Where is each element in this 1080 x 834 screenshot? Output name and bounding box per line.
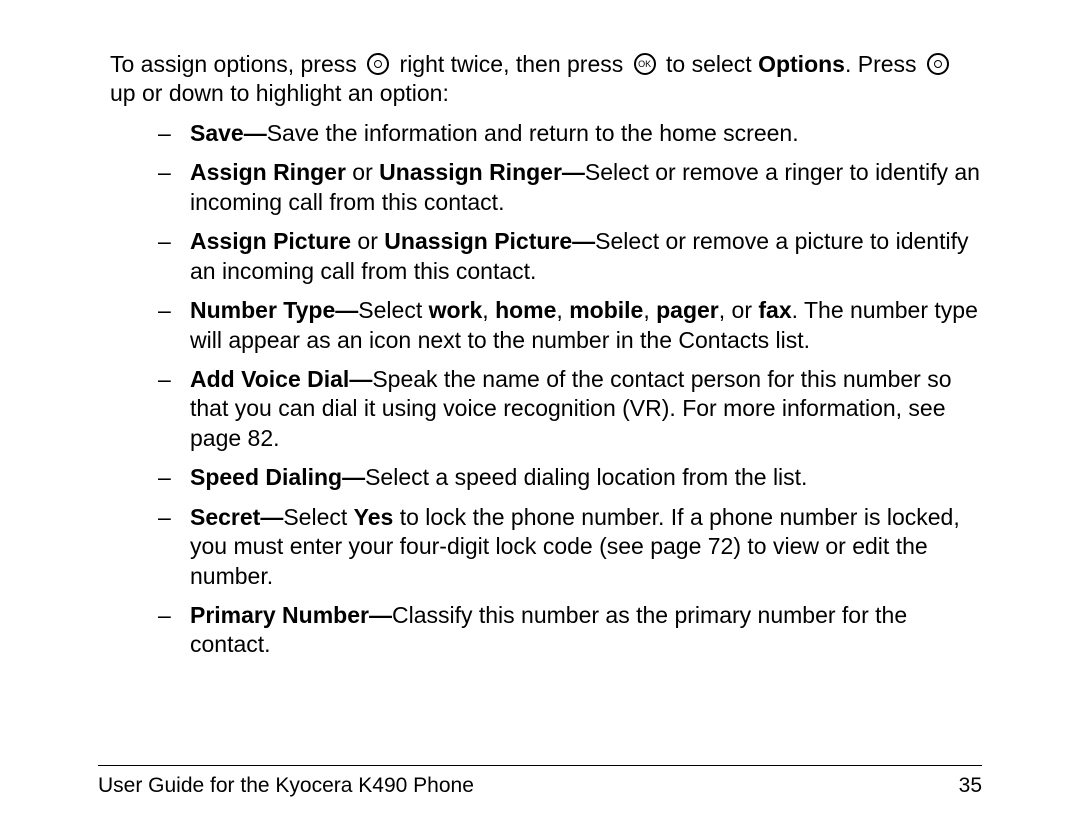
option-value: Yes [354, 504, 394, 530]
document-page: To assign options, press right twice, th… [0, 0, 1080, 834]
footer-title: User Guide for the Kyocera K490 Phone [98, 774, 474, 798]
option-name-alt: Unassign Ringer— [379, 159, 585, 185]
option-name: Assign Picture [190, 228, 351, 254]
option-desc: Save the information and return to the h… [267, 120, 799, 146]
intro-text-a: To assign options, press [110, 51, 363, 77]
list-item: Assign Ringer or Unassign Ringer—Select … [158, 158, 982, 217]
list-item: Speed Dialing—Select a speed dialing loc… [158, 463, 982, 492]
option-text: or [346, 159, 379, 185]
list-item: Assign Picture or Unassign Picture—Selec… [158, 227, 982, 286]
nav-key-icon [367, 53, 389, 75]
list-item: Secret—Select Yes to lock the phone numb… [158, 503, 982, 591]
footer-page-number: 35 [959, 774, 982, 798]
option-value: mobile [569, 297, 643, 323]
intro-options-bold: Options [758, 51, 845, 77]
option-name: Assign Ringer [190, 159, 346, 185]
nav-key-icon [927, 53, 949, 75]
list-item: Primary Number—Classify this number as t… [158, 601, 982, 660]
option-sep: , [482, 297, 495, 323]
intro-paragraph: To assign options, press right twice, th… [110, 50, 982, 109]
intro-period: . [845, 51, 858, 77]
intro-text-d: Press [858, 51, 923, 77]
page-footer: User Guide for the Kyocera K490 Phone 35 [98, 765, 982, 798]
option-name: Number Type— [190, 297, 358, 323]
list-item: Add Voice Dial—Speak the name of the con… [158, 365, 982, 453]
options-list: Save—Save the information and return to … [110, 119, 982, 660]
option-value: home [495, 297, 556, 323]
list-item: Number Type—Select work, home, mobile, p… [158, 296, 982, 355]
option-name: Secret— [190, 504, 283, 530]
option-name-alt: Unassign Picture— [384, 228, 595, 254]
list-item: Save—Save the information and return to … [158, 119, 982, 148]
intro-text-c: to select [666, 51, 758, 77]
intro-text-e: up or down to highlight an option: [110, 80, 449, 106]
option-name: Speed Dialing— [190, 464, 365, 490]
option-value: pager [656, 297, 719, 323]
option-desc: Select a speed dialing location from the… [365, 464, 807, 490]
option-value: fax [758, 297, 791, 323]
intro-text-b: right twice, then press [400, 51, 630, 77]
option-value: work [429, 297, 483, 323]
option-name: Add Voice Dial— [190, 366, 372, 392]
option-name: Save— [190, 120, 267, 146]
option-text: Select [358, 297, 428, 323]
option-text: Select [283, 504, 353, 530]
option-text: or [351, 228, 384, 254]
option-sep: , or [719, 297, 759, 323]
option-sep: , [556, 297, 569, 323]
option-name: Primary Number— [190, 602, 392, 628]
option-sep: , [643, 297, 656, 323]
ok-key-icon: OK [634, 53, 656, 75]
